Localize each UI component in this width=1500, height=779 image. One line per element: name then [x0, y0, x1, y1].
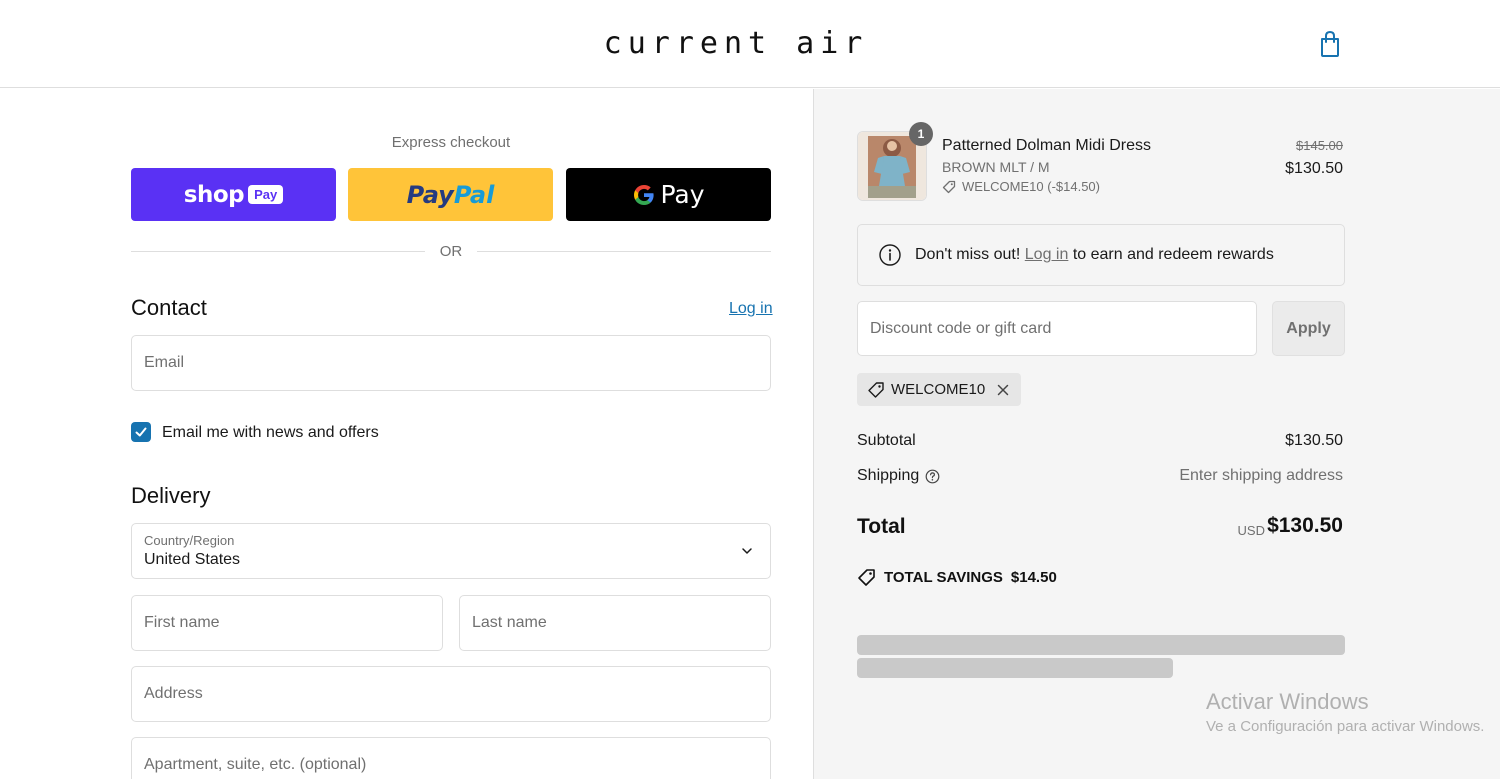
country-select[interactable]: Country/Region United States	[131, 523, 771, 579]
discount-field[interactable]	[857, 301, 1257, 356]
help-icon[interactable]	[925, 469, 940, 484]
paypal-button[interactable]: PayPal	[348, 168, 553, 221]
loading-skeleton-bar	[857, 635, 1345, 655]
rewards-banner: Don't miss out! Log in to earn and redee…	[857, 224, 1345, 286]
close-icon	[997, 384, 1009, 395]
rewards-text: Don't miss out! Log in to earn and redee…	[915, 246, 1274, 263]
product-name: Patterned Dolman Midi Dress	[942, 137, 1151, 154]
chevron-down-icon	[742, 548, 752, 554]
first-name-field[interactable]	[131, 595, 443, 651]
discount-input[interactable]	[858, 302, 1256, 355]
email-input[interactable]	[132, 336, 770, 390]
info-icon	[879, 244, 901, 266]
subtotal-label: Subtotal	[857, 432, 916, 449]
remove-discount-button[interactable]	[997, 384, 1009, 396]
shop-pay-wordmark: shop	[183, 181, 245, 208]
total-label: Total	[857, 515, 906, 538]
shop-pay-tag: Pay	[248, 185, 284, 204]
rewards-login-link[interactable]: Log in	[1025, 246, 1069, 263]
savings-tag-icon	[858, 569, 875, 586]
applied-discount-chip: WELCOME10	[857, 373, 1022, 406]
delivery-title: Delivery	[131, 483, 211, 508]
savings-value: $14.50	[1010, 569, 1057, 586]
windows-activation-title: Activar Windows	[1206, 689, 1369, 714]
last-name-field[interactable]	[459, 595, 771, 651]
or-divider-line-right	[477, 251, 771, 252]
checkout-form-column: Express checkout shop Pay PayPal Pay OR …	[0, 89, 813, 779]
price-final: $130.50	[1285, 160, 1343, 177]
total-currency: USD	[1237, 523, 1265, 538]
shipping-row-label: Shipping	[857, 467, 940, 485]
store-logo[interactable]: current air	[0, 26, 1472, 61]
paypal-wordmark: PayPal	[406, 180, 495, 209]
last-name-input[interactable]	[460, 596, 770, 650]
product-variant: BROWN MLT / M	[942, 159, 1050, 175]
tag-icon	[868, 381, 884, 398]
address-field[interactable]	[131, 666, 771, 722]
order-summary-column: 1 Patterned Dolman Midi Dress BROWN MLT …	[813, 89, 1500, 779]
apartment-input[interactable]	[132, 738, 770, 779]
total-value: $130.50	[1267, 514, 1343, 537]
shopping-bag-icon[interactable]	[1318, 30, 1342, 58]
applied-discount-code: WELCOME10	[891, 381, 986, 398]
shipping-label: Shipping	[857, 467, 920, 484]
site-header: current air	[0, 0, 1500, 88]
email-field[interactable]	[131, 335, 771, 391]
subtotal-value: $130.50	[1285, 432, 1343, 449]
contact-title: Contact	[131, 295, 207, 320]
apartment-field[interactable]	[131, 737, 771, 779]
tag-icon	[942, 180, 956, 193]
loading-skeleton-bar-short	[857, 658, 1173, 678]
quantity-badge: 1	[909, 122, 933, 146]
express-checkout-title: Express checkout	[391, 134, 511, 151]
shipping-value: Enter shipping address	[1179, 467, 1343, 484]
savings-label: TOTAL SAVINGS	[884, 569, 1003, 586]
login-link[interactable]: Log in	[729, 300, 773, 318]
google-pay-button[interactable]: Pay	[566, 168, 771, 221]
first-name-input[interactable]	[132, 596, 442, 650]
address-input[interactable]	[132, 667, 770, 721]
google-g-icon	[634, 184, 655, 205]
newsletter-label[interactable]: Email me with news and offers	[162, 424, 379, 442]
or-divider-line-left	[131, 251, 425, 252]
country-select-label: Country/Region	[144, 533, 235, 548]
product-discount: WELCOME10 (-$14.50)	[942, 179, 1100, 194]
or-divider: OR	[131, 241, 771, 261]
price-original: $145.00	[1296, 138, 1343, 153]
windows-activation-subtitle: Ve a Configuración para activar Windows.	[1206, 718, 1485, 735]
google-pay-wordmark: Pay	[660, 180, 705, 209]
product-discount-text: WELCOME10 (-$14.50)	[962, 179, 1100, 194]
apply-discount-button[interactable]: Apply	[1272, 301, 1345, 356]
shop-pay-button[interactable]: shop Pay	[131, 168, 336, 221]
country-select-value: United States	[144, 551, 241, 568]
checkmark-icon	[135, 427, 147, 437]
newsletter-checkbox[interactable]	[131, 422, 151, 442]
or-divider-text: OR	[439, 243, 463, 260]
total-savings: TOTAL SAVINGS $14.50	[857, 568, 1057, 587]
